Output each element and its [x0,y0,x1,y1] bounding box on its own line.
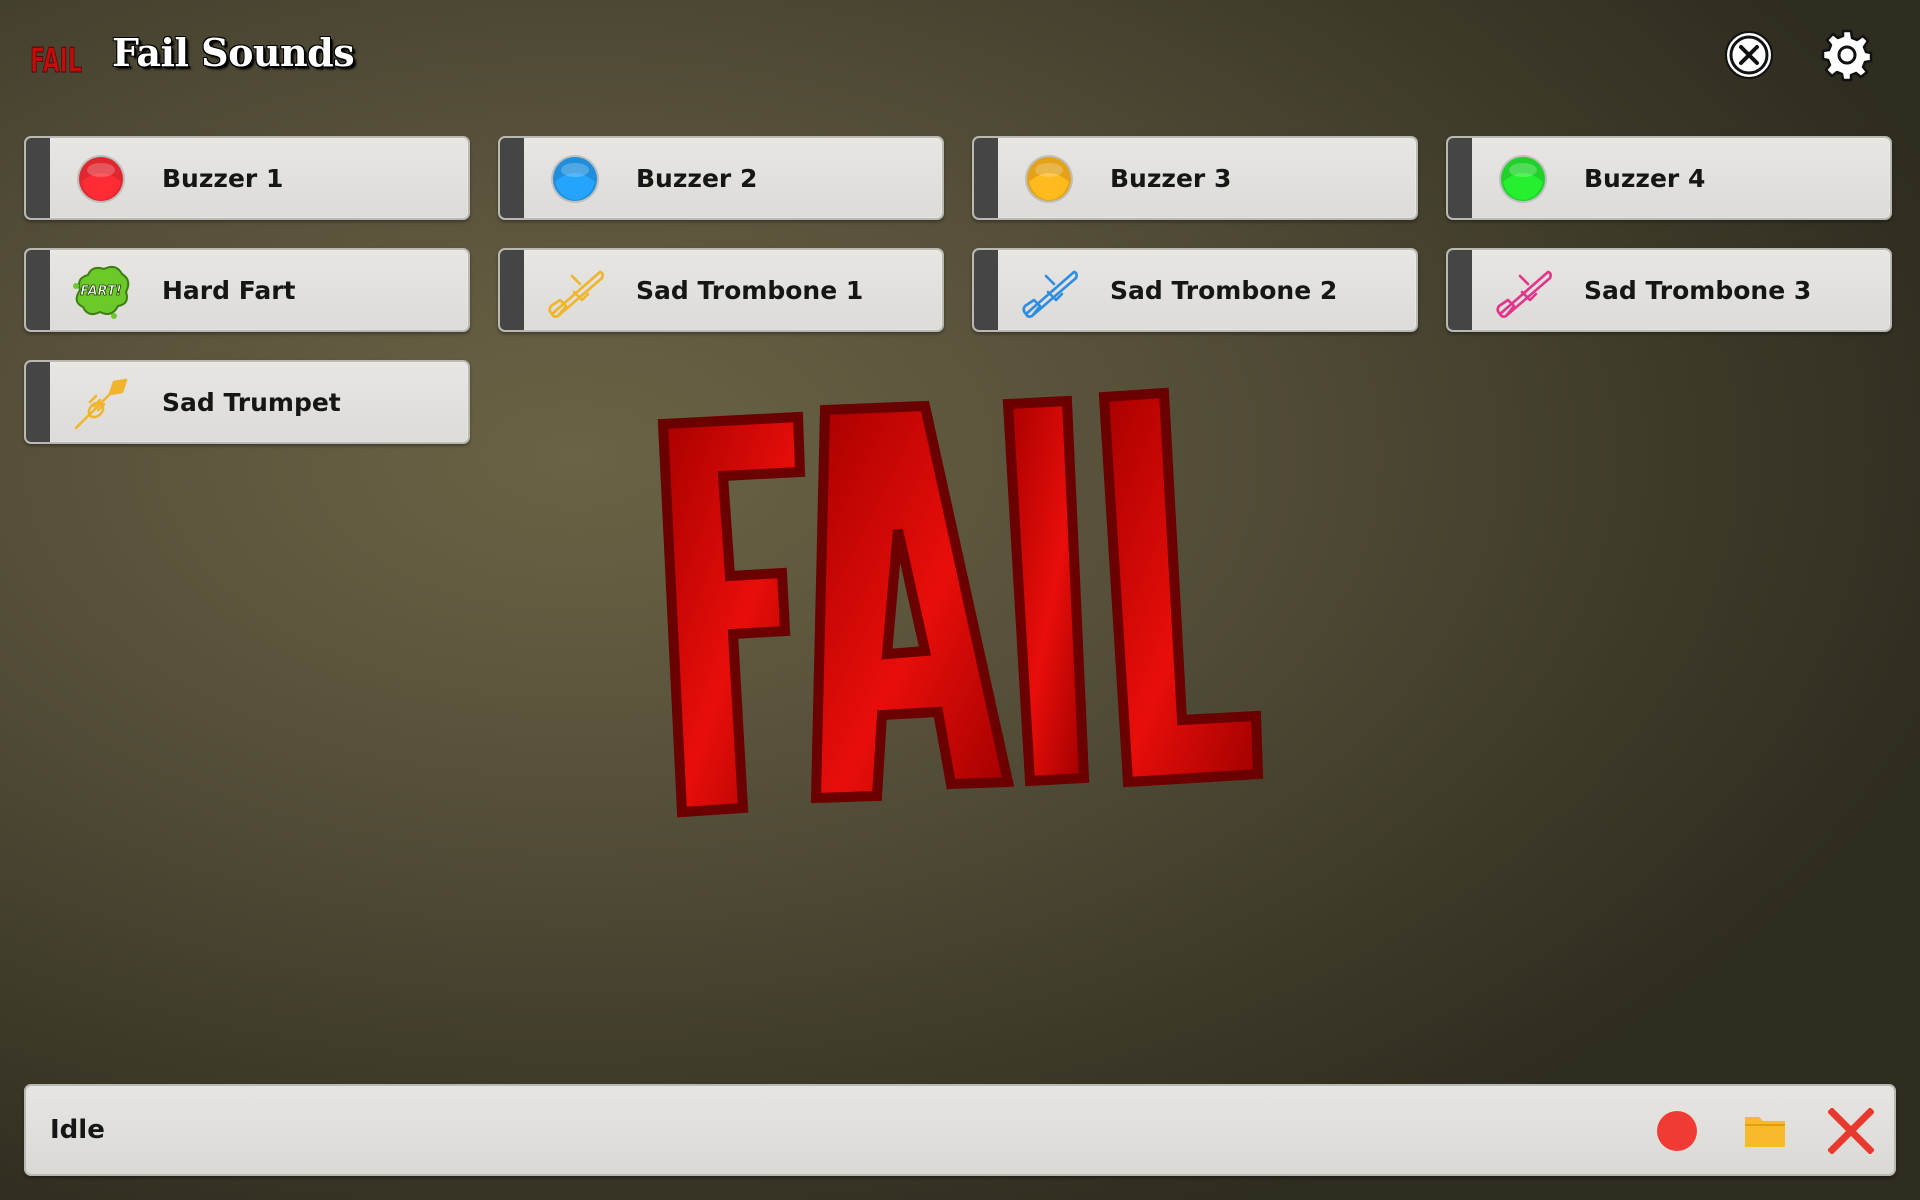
svg-text:FAIL: FAIL [30,41,82,76]
fail-logo-icon: FAIL [28,34,84,82]
settings-button[interactable] [1820,28,1874,82]
header: FAIL Fail Sounds [0,0,1920,110]
button-stripe [500,138,524,218]
green-buzzer-icon [1492,148,1554,210]
sound-label: Buzzer 3 [1110,163,1232,193]
sound-button-sad-trumpet[interactable]: Sad Trumpet [24,360,470,444]
sound-label: Buzzer 4 [1584,163,1706,193]
close-button[interactable] [1722,28,1776,82]
trombone-icon [1492,260,1554,322]
button-stripe [1448,250,1472,330]
trumpet-icon [70,372,132,434]
blue-buzzer-icon [544,148,606,210]
fart-cloud-icon: FART! [70,260,132,322]
sound-button-sad-trombone-3[interactable]: Sad Trombone 3 [1446,248,1892,332]
red-buzzer-icon [70,148,132,210]
sound-label: Sad Trombone 3 [1584,275,1812,305]
clear-button[interactable] [1828,1108,1874,1154]
button-stripe [974,250,998,330]
sound-label: Sad Trombone 1 [636,275,864,305]
close-circle-icon [1725,31,1773,79]
record-icon [1657,1111,1697,1151]
record-button[interactable] [1654,1108,1700,1154]
sound-label: Hard Fart [162,275,296,305]
trombone-icon [1018,260,1080,322]
button-stripe [26,362,50,442]
fail-hero-image [630,380,1290,840]
svg-text:FART!: FART! [80,284,122,299]
folder-icon [1745,1117,1785,1147]
sound-button-buzzer-4[interactable]: Buzzer 4 [1446,136,1892,220]
button-stripe [1448,138,1472,218]
trombone-icon [544,260,606,322]
button-stripe [500,250,524,330]
app-title: Fail Sounds [112,30,355,75]
sound-label: Buzzer 2 [636,163,758,193]
sound-button-buzzer-3[interactable]: Buzzer 3 [972,136,1418,220]
status-text: Idle [50,1115,105,1145]
sound-button-hard-fart[interactable]: FART! Hard Fart [24,248,470,332]
sound-button-buzzer-1[interactable]: Buzzer 1 [24,136,470,220]
sound-label: Buzzer 1 [162,163,284,193]
close-x-icon [1828,1108,1874,1154]
orange-buzzer-icon [1018,148,1080,210]
sound-label: Sad Trumpet [162,387,341,417]
button-stripe [26,138,50,218]
sound-button-sad-trombone-1[interactable]: Sad Trombone 1 [498,248,944,332]
folder-button[interactable] [1742,1108,1788,1154]
sound-button-sad-trombone-2[interactable]: Sad Trombone 2 [972,248,1418,332]
sound-button-buzzer-2[interactable]: Buzzer 2 [498,136,944,220]
button-stripe [974,138,998,218]
gear-icon [1821,29,1873,82]
status-bar: Idle [24,1084,1896,1176]
button-stripe [26,250,50,330]
sound-label: Sad Trombone 2 [1110,275,1338,305]
